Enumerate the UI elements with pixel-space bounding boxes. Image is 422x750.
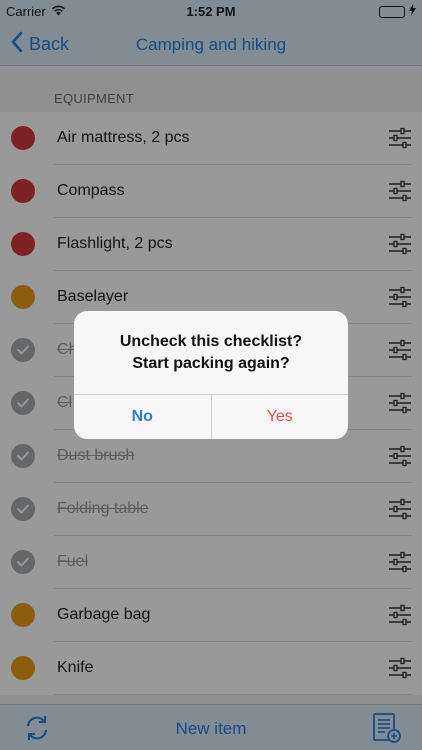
dialog-buttons: No Yes [74, 394, 348, 439]
dialog-message: Uncheck this checklist? Start packing ag… [74, 331, 348, 375]
yes-button[interactable]: Yes [212, 395, 349, 439]
dialog-line-2: Start packing again? [132, 355, 290, 372]
no-button[interactable]: No [74, 395, 212, 439]
dialog-line-1: Uncheck this checklist? [119, 333, 303, 350]
confirm-dialog: Uncheck this checklist? Start packing ag… [74, 311, 348, 439]
